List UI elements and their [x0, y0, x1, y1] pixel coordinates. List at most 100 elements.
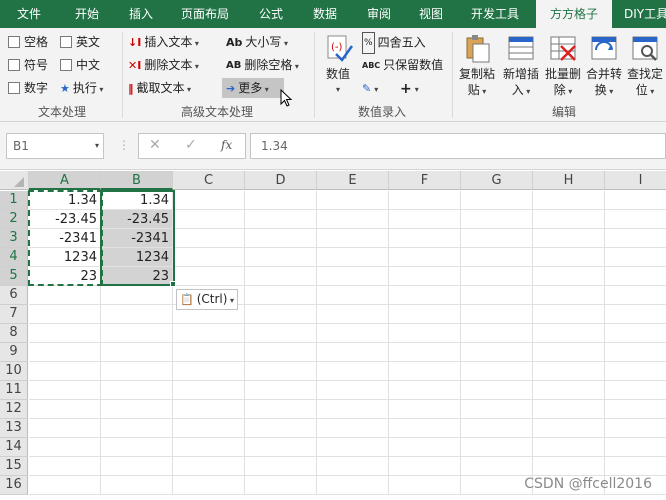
empty-cell[interactable] [389, 229, 461, 248]
empty-cell[interactable] [533, 210, 605, 229]
empty-cell[interactable] [101, 419, 173, 438]
empty-cell[interactable] [533, 248, 605, 267]
empty-cell[interactable] [461, 210, 533, 229]
copy-paste-button[interactable]: 复制粘 贴 ▾ [456, 32, 498, 100]
empty-cell[interactable] [173, 476, 245, 495]
empty-cell[interactable] [533, 191, 605, 210]
empty-cell[interactable] [461, 305, 533, 324]
empty-cell[interactable] [605, 305, 666, 324]
empty-cell[interactable] [173, 457, 245, 476]
empty-cell[interactable] [173, 210, 245, 229]
empty-cell[interactable] [245, 248, 317, 267]
empty-cell[interactable] [29, 419, 101, 438]
column-header-i[interactable]: I [605, 171, 666, 190]
empty-cell[interactable] [533, 324, 605, 343]
empty-cell[interactable] [461, 343, 533, 362]
empty-cell[interactable] [173, 362, 245, 381]
empty-cell[interactable] [605, 286, 666, 305]
empty-cell[interactable] [245, 191, 317, 210]
empty-cell[interactable] [389, 381, 461, 400]
splitter-dots-icon[interactable]: ⋮ [118, 138, 130, 152]
empty-cell[interactable] [173, 400, 245, 419]
empty-cell[interactable] [29, 343, 101, 362]
empty-cell[interactable] [461, 191, 533, 210]
empty-cell[interactable] [101, 286, 173, 305]
empty-cell[interactable] [389, 438, 461, 457]
empty-cell[interactable] [461, 400, 533, 419]
insert-function-icon[interactable]: fx [221, 138, 232, 152]
row-header[interactable]: 10 [0, 362, 28, 381]
empty-cell[interactable] [533, 362, 605, 381]
name-box[interactable]: B1 ▾ [6, 133, 104, 159]
empty-cell[interactable] [533, 286, 605, 305]
empty-cell[interactable] [317, 343, 389, 362]
empty-cell[interactable] [317, 324, 389, 343]
empty-cell[interactable] [605, 248, 666, 267]
empty-cell[interactable] [605, 419, 666, 438]
row-header[interactable]: 14 [0, 438, 28, 457]
empty-cell[interactable] [101, 343, 173, 362]
column-header-h[interactable]: H [533, 171, 605, 190]
empty-cell[interactable] [389, 210, 461, 229]
column-header-a[interactable]: A [29, 171, 101, 190]
empty-cell[interactable] [317, 476, 389, 495]
check-english[interactable]: 英文 [60, 32, 100, 52]
empty-cell[interactable] [389, 267, 461, 286]
empty-cell[interactable] [29, 362, 101, 381]
tab-developer[interactable]: 开发工具 [462, 0, 528, 28]
tab-ffcell[interactable]: 方方格子 [536, 0, 612, 28]
empty-cell[interactable] [605, 381, 666, 400]
empty-cell[interactable] [317, 438, 389, 457]
empty-cell[interactable] [461, 248, 533, 267]
check-space[interactable]: 空格 [8, 32, 48, 52]
row-header[interactable]: 15 [0, 457, 28, 476]
empty-cell[interactable] [245, 324, 317, 343]
empty-cell[interactable] [389, 343, 461, 362]
row-header[interactable]: 16 [0, 476, 28, 495]
empty-cell[interactable] [317, 419, 389, 438]
empty-cell[interactable] [461, 286, 533, 305]
empty-cell[interactable] [605, 210, 666, 229]
empty-cell[interactable] [245, 343, 317, 362]
empty-cell[interactable] [101, 476, 173, 495]
empty-cell[interactable] [389, 362, 461, 381]
row-header[interactable]: 3 [0, 229, 28, 248]
empty-cell[interactable] [317, 457, 389, 476]
empty-cell[interactable] [605, 400, 666, 419]
empty-cell[interactable] [245, 381, 317, 400]
empty-cell[interactable] [605, 191, 666, 210]
confirm-icon[interactable]: ✓ [185, 137, 197, 153]
empty-cell[interactable] [173, 343, 245, 362]
empty-cell[interactable] [29, 457, 101, 476]
empty-cell[interactable] [245, 229, 317, 248]
value-button[interactable]: (-) 数值 ▾ [320, 32, 356, 98]
empty-cell[interactable] [533, 343, 605, 362]
empty-cell[interactable] [389, 248, 461, 267]
check-symbol[interactable]: 符号 [8, 55, 48, 75]
column-header-b[interactable]: B [101, 171, 173, 190]
empty-cell[interactable] [101, 362, 173, 381]
chevron-down-icon[interactable]: ▾ [95, 134, 99, 158]
empty-cell[interactable] [533, 267, 605, 286]
row-header[interactable]: 13 [0, 419, 28, 438]
empty-cell[interactable] [533, 457, 605, 476]
empty-cell[interactable] [461, 324, 533, 343]
execute-button[interactable]: ★ 执行 ▾ [60, 78, 103, 98]
empty-cell[interactable] [533, 381, 605, 400]
empty-cell[interactable] [461, 229, 533, 248]
empty-cell[interactable] [245, 210, 317, 229]
empty-cell[interactable] [29, 400, 101, 419]
tab-file[interactable]: 文件 [6, 0, 52, 28]
empty-cell[interactable] [605, 362, 666, 381]
empty-cell[interactable] [605, 438, 666, 457]
empty-cell[interactable] [245, 362, 317, 381]
empty-cell[interactable] [533, 400, 605, 419]
cancel-icon[interactable]: ✕ [149, 137, 161, 153]
empty-cell[interactable] [533, 438, 605, 457]
tab-formulas[interactable]: 公式 [248, 0, 294, 28]
empty-cell[interactable] [317, 229, 389, 248]
merge-convert-button[interactable]: 合并转 换 ▾ [584, 32, 624, 100]
row-header[interactable]: 12 [0, 400, 28, 419]
empty-cell[interactable] [389, 286, 461, 305]
add-button[interactable]: + ▾ [400, 78, 419, 98]
